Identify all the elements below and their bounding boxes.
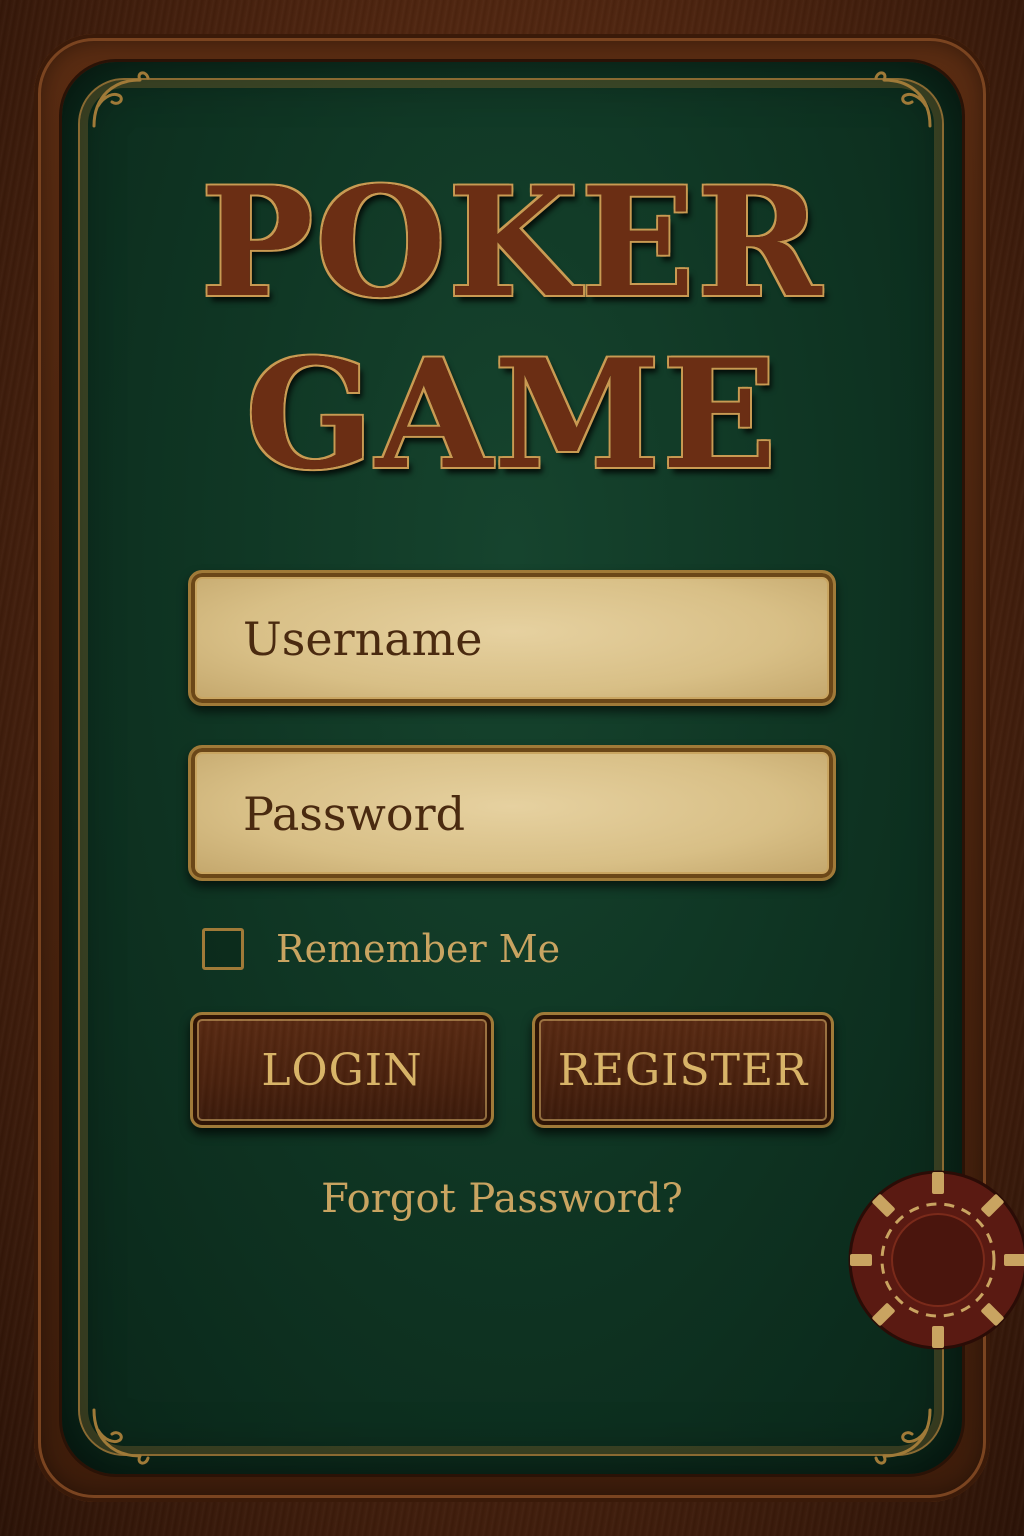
remember-me-label[interactable]: Remember Me (276, 927, 560, 971)
remember-me-checkbox[interactable] (202, 928, 244, 970)
corner-flourish-icon (92, 71, 150, 128)
corner-flourish-icon (874, 71, 932, 128)
corner-flourish-icon (92, 1408, 150, 1465)
username-field[interactable] (188, 570, 836, 706)
password-input[interactable] (241, 748, 805, 880)
username-input[interactable] (241, 573, 805, 705)
password-field[interactable] (188, 745, 836, 881)
poker-chip-icon (848, 1170, 1024, 1350)
remember-me-row[interactable]: Remember Me (202, 924, 560, 974)
game-title-line1: POKER (200, 155, 824, 331)
login-button[interactable]: LOGIN (190, 1012, 494, 1128)
corner-flourish-icon (874, 1408, 932, 1465)
register-button[interactable]: REGISTER (532, 1012, 834, 1128)
game-title-line2: GAME (245, 327, 779, 503)
